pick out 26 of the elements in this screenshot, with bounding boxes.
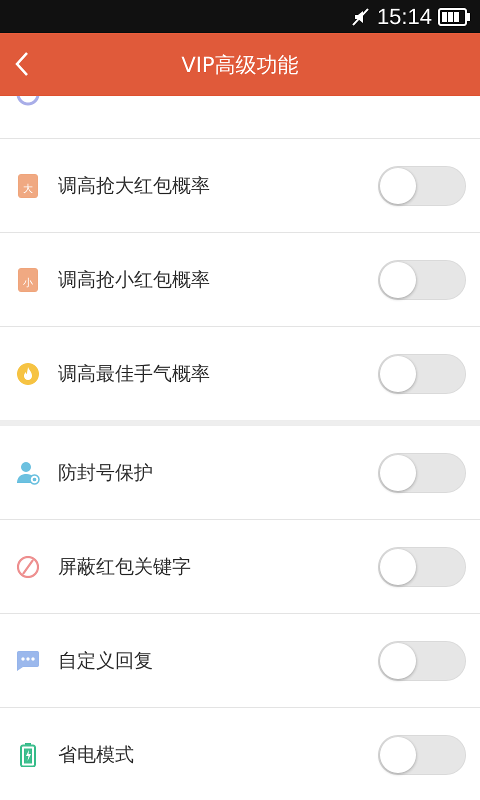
chat-icon [16,650,40,672]
setting-label: 调高抢小红包概率 [58,268,211,292]
flame-icon [16,362,40,386]
setting-label: 防封号保护 [58,460,154,486]
battery-status-icon [438,8,470,26]
toggle-switch[interactable] [378,734,466,774]
toggle-switch[interactable] [378,546,466,586]
setting-label: 自定义回复 [58,648,154,674]
setting-label: 省电模式 [58,742,135,768]
envelope-icon: 大 [18,174,38,198]
forbidden-icon [16,554,40,578]
envelope-icon: 小 [18,268,38,292]
user-shield-icon [16,460,40,484]
setting-label: 屏蔽红包关键字 [58,554,192,580]
setting-label: 调高抢大红包概率 [58,174,211,198]
page-title: VIP高级功能 [180,52,300,78]
status-time: 15:14 [376,4,432,30]
toggle-switch[interactable] [378,260,466,300]
battery-icon [20,742,36,766]
toggle-switch[interactable] [378,354,466,394]
toggle-switch[interactable] [378,452,466,492]
mute-icon [350,6,371,26]
toggle-switch[interactable] [378,166,466,206]
setting-label: 调高最佳手气概率 [58,362,211,386]
back-icon[interactable] [14,51,30,77]
toggle-switch[interactable] [378,640,466,680]
